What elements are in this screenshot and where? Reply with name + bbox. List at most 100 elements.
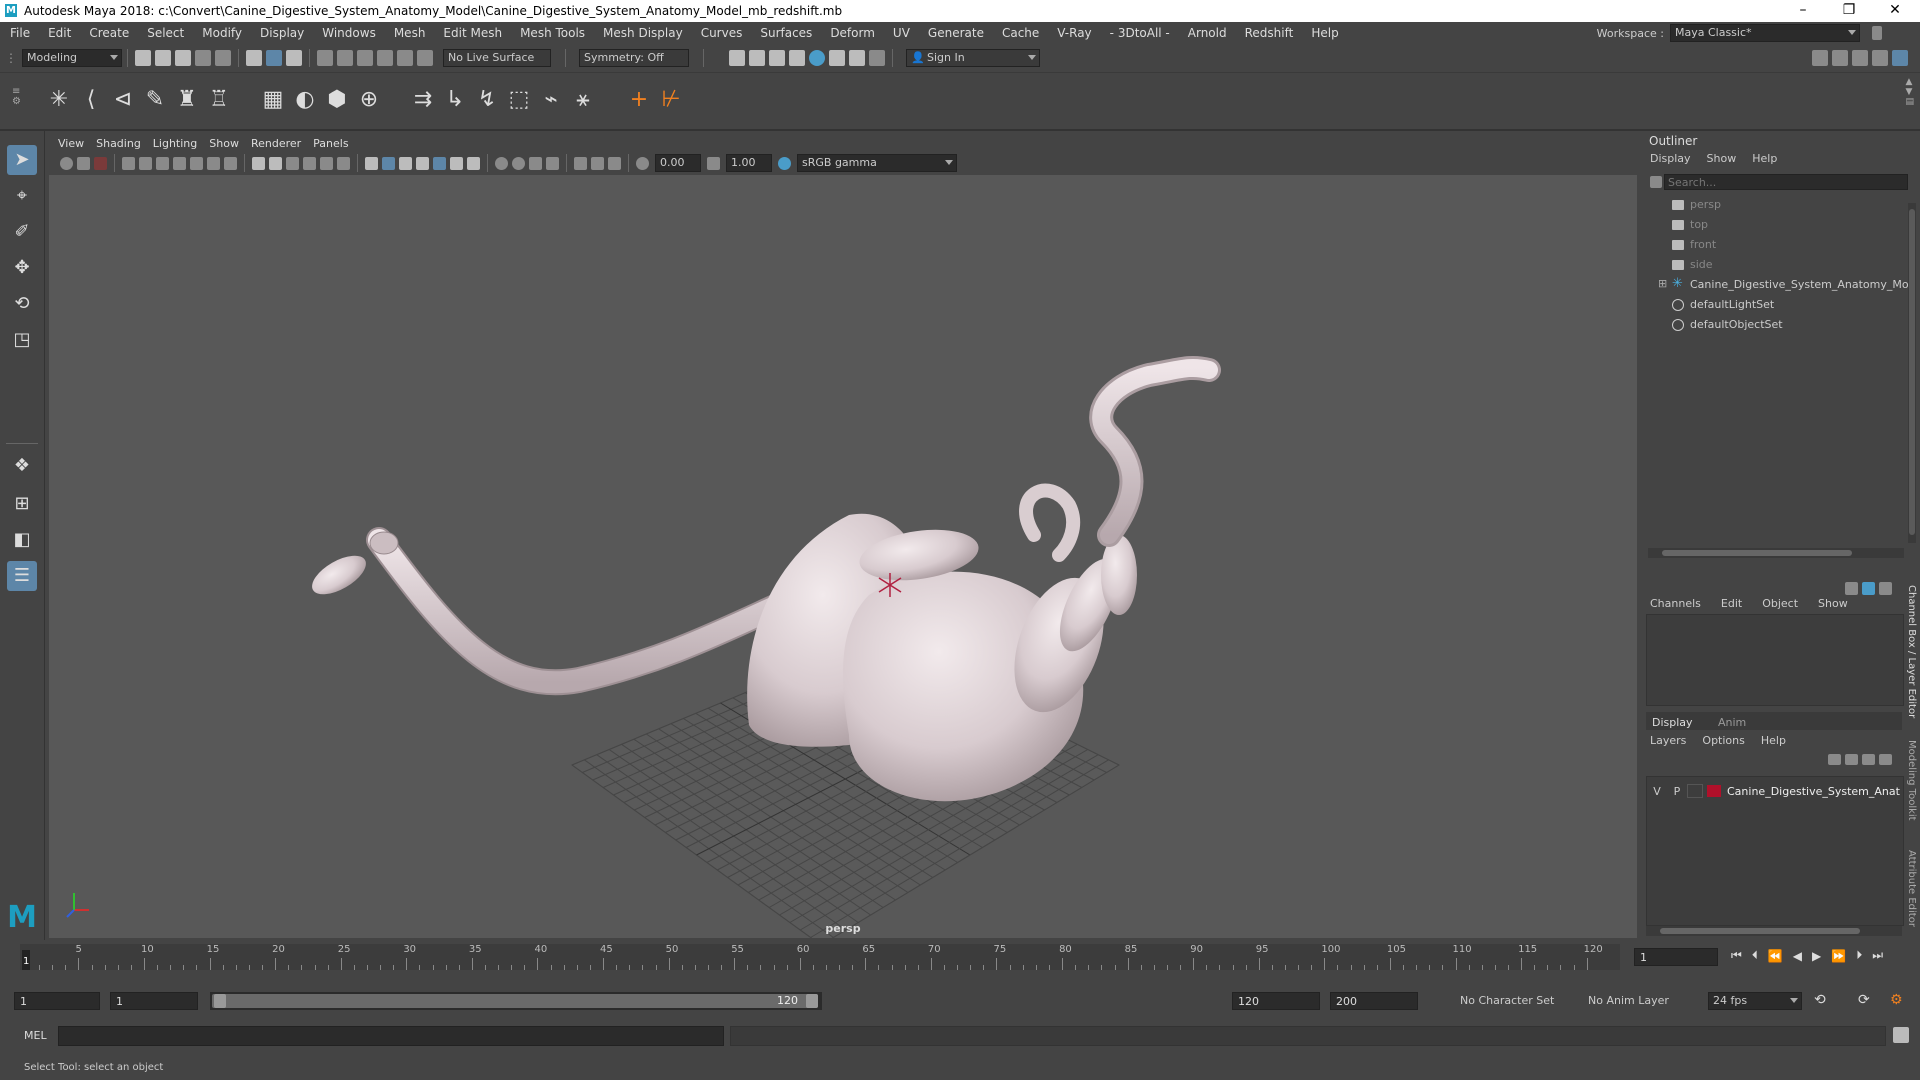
viewport-menu-lighting[interactable]: Lighting — [153, 137, 197, 150]
layer-menu-options[interactable]: Options — [1702, 734, 1744, 747]
hypershade-icon[interactable] — [789, 50, 805, 66]
3d-viewport[interactable]: persp — [49, 175, 1637, 938]
range-bar[interactable]: 1 120 — [210, 992, 822, 1010]
menu-display[interactable]: Display — [251, 22, 313, 44]
isolate-select-icon[interactable] — [546, 156, 559, 170]
multi-cut-icon[interactable]: ⌁ — [536, 85, 566, 115]
default-material-icon[interactable] — [399, 156, 412, 170]
camera-attributes-icon[interactable] — [77, 156, 90, 170]
use-lights-icon[interactable] — [433, 156, 446, 170]
lasso-select-icon[interactable]: ✳ — [44, 85, 74, 115]
viewport-menu-shading[interactable]: Shading — [96, 137, 141, 150]
workspace-dropdown[interactable]: Maya Classic* — [1670, 24, 1860, 42]
tab-display[interactable]: Display — [1652, 716, 1693, 729]
menu-edit-mesh[interactable]: Edit Mesh — [434, 22, 511, 44]
shelf-menu-icon[interactable]: ≡ ⚙ — [12, 87, 21, 107]
go-to-start-icon[interactable]: ⏮ — [1731, 948, 1742, 963]
menu-edit[interactable]: Edit — [39, 22, 80, 44]
menu-mesh[interactable]: Mesh — [385, 22, 435, 44]
shelf-scroll-icon[interactable]: ▲ ▼ ▤ — [1905, 77, 1914, 107]
current-frame-field[interactable]: 1 — [1634, 948, 1718, 966]
menu-3dtoall[interactable]: - 3DtoAll - — [1101, 22, 1179, 44]
smooth-shade-icon[interactable] — [382, 156, 395, 170]
loop-icon[interactable]: ⟲ — [1814, 992, 1826, 1008]
target-weld-icon[interactable]: ⚹ — [568, 85, 598, 115]
play-backwards-icon[interactable]: ◀ — [1793, 949, 1802, 963]
menu-set-dropdown[interactable]: Modeling — [22, 49, 122, 67]
layer-menu-layers[interactable]: Layers — [1650, 734, 1686, 747]
four-view-layout-icon[interactable]: ⊞ — [7, 489, 37, 519]
film-gate-icon[interactable] — [190, 156, 203, 170]
wireframe-icon[interactable] — [252, 156, 265, 170]
playback-end-field[interactable]: 120 — [1232, 992, 1320, 1010]
outliner-filter-icon[interactable] — [1650, 176, 1662, 188]
select-object-icon[interactable] — [266, 50, 282, 66]
bevel-icon[interactable]: ↳ — [440, 85, 470, 115]
outliner-menu-help[interactable]: Help — [1752, 152, 1777, 165]
layer-visibility-toggle[interactable]: V — [1647, 785, 1667, 798]
outliner-search-input[interactable] — [1664, 174, 1908, 190]
outliner-item[interactable]: ⊞ ✳ Canine_Digestive_System_Anatomy_Moc — [1640, 275, 1915, 295]
close-icon[interactable]: ✕ — [1872, 0, 1918, 22]
outliner-layout-icon[interactable]: ☰ — [7, 561, 37, 591]
extrude-icon[interactable]: ⇉ — [408, 85, 438, 115]
view-transform-dropdown[interactable]: sRGB gamma — [797, 154, 957, 172]
viewport-menu-view[interactable]: View — [58, 137, 84, 150]
gamma-field[interactable]: 1.00 — [726, 154, 772, 172]
layer-playback-toggle[interactable]: P — [1667, 785, 1687, 798]
expand-icon[interactable]: ⊞ — [1658, 277, 1667, 290]
outliner-item[interactable]: top — [1640, 215, 1908, 235]
outliner-menu-display[interactable]: Display — [1650, 152, 1691, 165]
time-slider[interactable]: 5 10 15 20 25 30 35 40 45 50 55 60 65 70 75 80 85 90 95 100… — [0, 940, 1920, 976]
go-to-end-icon[interactable]: ⏭ — [1872, 948, 1883, 963]
layer-menu-help[interactable]: Help — [1761, 734, 1786, 747]
create-cube-icon[interactable]: ⬢ — [322, 85, 352, 115]
open-scene-icon[interactable] — [155, 50, 171, 66]
wireframe-shading-icon[interactable] — [365, 156, 378, 170]
safe-title-icon[interactable] — [303, 156, 316, 170]
outliner-hscrollbar[interactable] — [1648, 548, 1904, 558]
animation-end-field[interactable]: 200 — [1330, 992, 1418, 1010]
snap-together-icon[interactable] — [417, 50, 433, 66]
range-end-handle[interactable] — [806, 994, 818, 1008]
resolution-gate-icon[interactable] — [207, 156, 220, 170]
textured-icon[interactable] — [416, 156, 429, 170]
snap-grid-icon[interactable] — [317, 50, 333, 66]
menu-modify[interactable]: Modify — [193, 22, 251, 44]
gamma-icon[interactable] — [707, 156, 720, 170]
persp-outliner-layout-icon[interactable]: ◧ — [7, 525, 37, 555]
modeling-toolkit-side-tab[interactable]: Modeling Toolkit — [1904, 740, 1918, 830]
script-editor-icon[interactable] — [1893, 1027, 1909, 1043]
attribute-editor-toggle-icon[interactable] — [1832, 50, 1848, 66]
outliner-item[interactable]: defaultLightSet — [1640, 295, 1908, 315]
menu-create[interactable]: Create — [80, 22, 138, 44]
xray-icon[interactable] — [574, 156, 587, 170]
gate-mask-icon[interactable] — [224, 156, 237, 170]
pencil-curve-icon[interactable]: ✎ — [140, 85, 170, 115]
ipr-render-icon[interactable] — [749, 50, 765, 66]
channel-box-menu-channels[interactable]: Channels — [1650, 597, 1701, 610]
rotate-tool-icon[interactable]: ⟲ — [7, 289, 37, 319]
bookmarks-icon[interactable] — [94, 156, 107, 170]
snap-curve-icon[interactable] — [337, 50, 353, 66]
custom-pivot-icon[interactable]: ⊬ — [656, 85, 686, 115]
outliner-item[interactable]: side — [1640, 255, 1908, 275]
fps-dropdown[interactable]: 24 fps — [1708, 992, 1802, 1010]
attribute-editor-side-tab[interactable]: Attribute Editor — [1904, 850, 1918, 940]
menu-curves[interactable]: Curves — [692, 22, 752, 44]
field-chart-icon[interactable] — [320, 156, 333, 170]
range-start-handle[interactable] — [214, 994, 226, 1008]
tool-settings-toggle-icon[interactable] — [1852, 50, 1868, 66]
bridge-icon[interactable]: ↯ — [472, 85, 502, 115]
vray-render-icon[interactable] — [829, 50, 845, 66]
scale-tool-icon[interactable]: ◳ — [7, 325, 37, 355]
hik-skeleton-icon[interactable]: ♜ — [172, 85, 202, 115]
lasso-tool-icon[interactable]: ⌖ — [7, 181, 37, 211]
step-back-frame-icon[interactable]: ⏴ — [1752, 948, 1758, 963]
append-polygon-icon[interactable]: ⬚ — [504, 85, 534, 115]
viewport-scene[interactable] — [49, 175, 1637, 938]
joint-tool-icon[interactable]: ♖ — [204, 85, 234, 115]
outliner-item[interactable]: persp — [1640, 195, 1908, 215]
menu-mesh-display[interactable]: Mesh Display — [594, 22, 692, 44]
new-scene-icon[interactable] — [135, 50, 151, 66]
